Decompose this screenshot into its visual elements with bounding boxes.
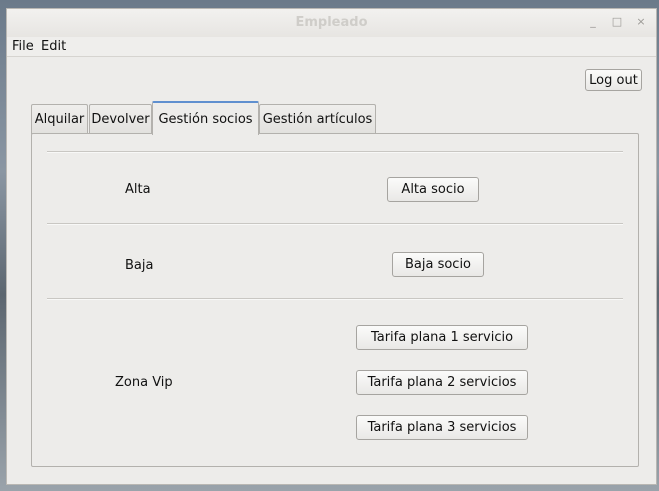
menu-file[interactable]: File	[12, 39, 34, 54]
baja-socio-button[interactable]: Baja socio	[392, 252, 484, 277]
menu-bar: File Edit	[7, 37, 656, 57]
socios-panel: Alta Alta socio Baja Baja socio Zona Vip…	[31, 133, 639, 467]
window-title: Empleado	[295, 15, 368, 30]
tarifa-plana-3-button[interactable]: Tarifa plana 3 servicios	[356, 415, 528, 440]
tab-alquilar[interactable]: Alquilar	[31, 104, 88, 134]
separator	[47, 223, 623, 225]
zona-vip-label: Zona Vip	[115, 375, 173, 390]
separator	[47, 151, 623, 153]
maximize-icon[interactable]: □	[610, 15, 624, 29]
separator	[47, 298, 623, 300]
logout-button[interactable]: Log out	[585, 69, 642, 91]
tab-gestion-socios[interactable]: Gestión socios	[152, 101, 259, 135]
minimize-icon[interactable]: _	[586, 15, 600, 29]
title-bar[interactable]: Empleado _ □ ×	[7, 9, 656, 38]
close-icon[interactable]: ×	[634, 15, 648, 29]
tarifa-plana-1-button[interactable]: Tarifa plana 1 servicio	[356, 325, 528, 350]
baja-label: Baja	[125, 258, 154, 273]
tab-devolver[interactable]: Devolver	[89, 104, 152, 134]
menu-edit[interactable]: Edit	[41, 39, 66, 54]
app-window: Empleado _ □ × File Edit Log out Alquila…	[6, 8, 657, 485]
tab-gestion-articulos[interactable]: Gestión artículos	[259, 104, 376, 134]
tarifa-plana-2-button[interactable]: Tarifa plana 2 servicios	[356, 370, 528, 395]
alta-socio-button[interactable]: Alta socio	[387, 177, 479, 202]
alta-label: Alta	[125, 182, 151, 197]
